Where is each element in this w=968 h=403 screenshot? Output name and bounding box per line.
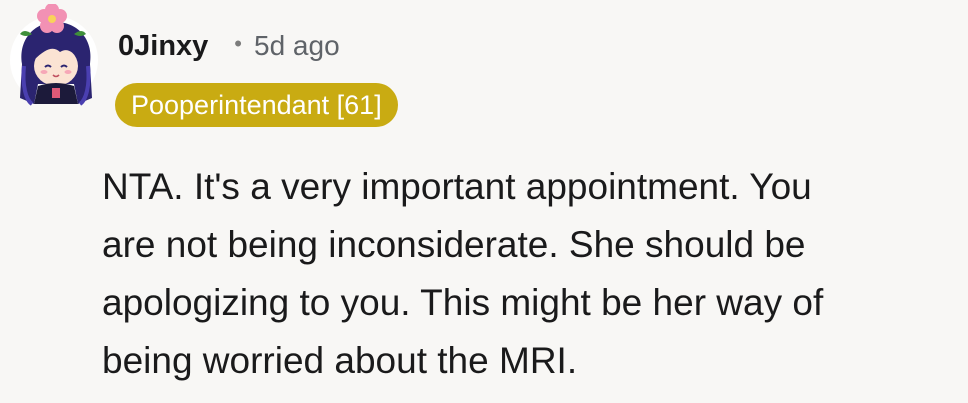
comment-body-line: apologizing to you. This might be her wa… (102, 282, 824, 323)
user-flair-badge: Pooperintendant [61] (115, 83, 398, 127)
comment-body: NTA. It's a very important appointment. … (102, 158, 942, 390)
comment-body-line: NTA. It's a very important appointment. … (102, 166, 812, 207)
avatar-icon (10, 3, 98, 106)
separator-dot: • (234, 31, 242, 56)
comment-body-line: are not being inconsiderate. She should … (102, 224, 806, 265)
username-link[interactable]: 0Jinxy (118, 30, 208, 63)
comment-body-line: being worried about the MRI. (102, 340, 578, 381)
user-avatar[interactable] (8, 3, 104, 108)
comment: 0Jinxy • 5d ago Pooperintendant [61] NTA… (0, 0, 968, 403)
comment-header: 0Jinxy • 5d ago (118, 30, 340, 63)
timestamp-link[interactable]: 5d ago (254, 30, 340, 62)
